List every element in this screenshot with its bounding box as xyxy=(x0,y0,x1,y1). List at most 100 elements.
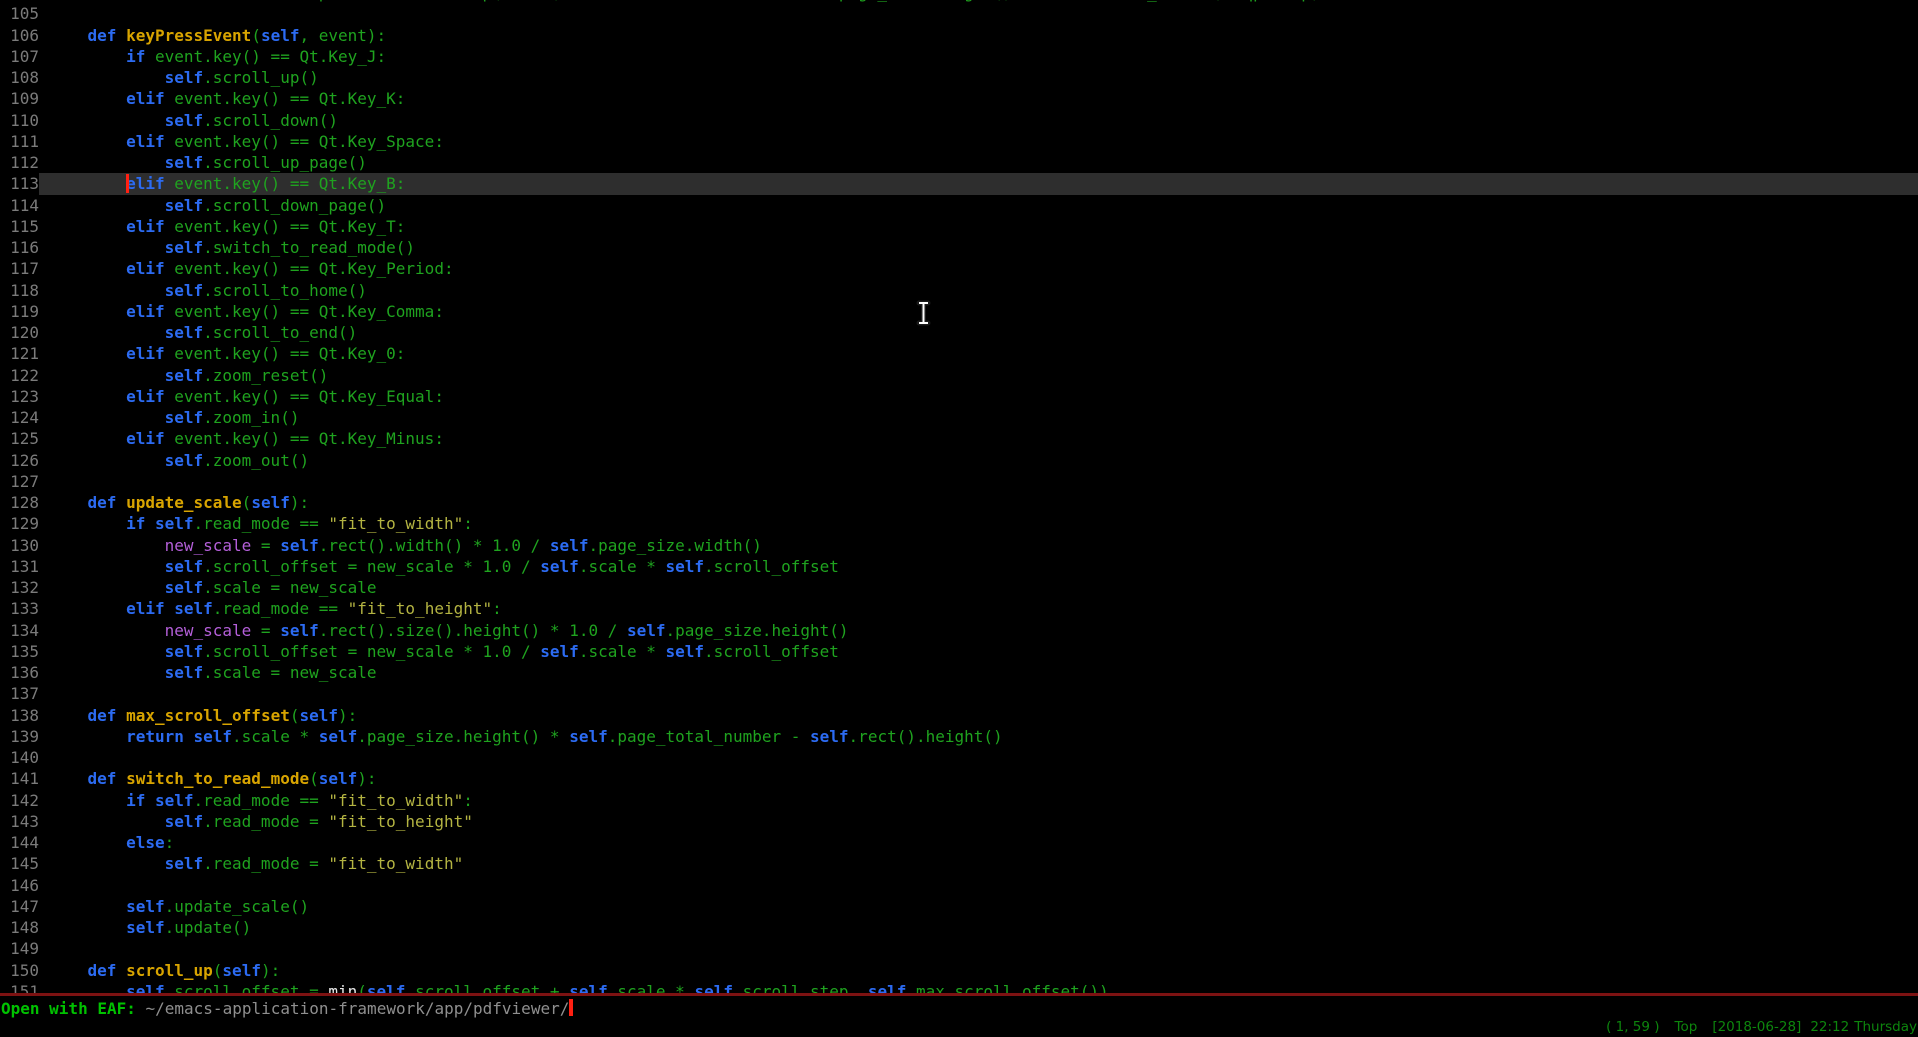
code-line[interactable]: 111 elif event.key() == Qt.Key_Space: xyxy=(0,131,1918,152)
code-line[interactable]: 136 self.scale = new_scale xyxy=(0,662,1918,683)
line-number: 117 xyxy=(0,258,39,279)
code-line[interactable]: 129 if self.read_mode == "fit_to_width": xyxy=(0,513,1918,534)
code-text xyxy=(49,3,1918,24)
code-line[interactable]: 121 elif event.key() == Qt.Key_0: xyxy=(0,343,1918,364)
line-number: 113 xyxy=(0,173,39,194)
code-line[interactable]: 124 self.zoom_in() xyxy=(0,407,1918,428)
line-number: 128 xyxy=(0,492,39,513)
code-text xyxy=(49,471,1918,492)
code-line[interactable]: 128 def update_scale(self): xyxy=(0,492,1918,513)
line-number: 127 xyxy=(0,471,39,492)
code-line[interactable]: 117 elif event.key() == Qt.Key_Period: xyxy=(0,258,1918,279)
line-number: 149 xyxy=(0,938,39,959)
code-text: self.scroll_up_page() xyxy=(49,152,1918,173)
code-line[interactable]: 147 self.update_scale() xyxy=(0,896,1918,917)
code-line[interactable]: 125 elif event.key() == Qt.Key_Minus: xyxy=(0,428,1918,449)
code-line[interactable]: 133 elif self.read_mode == "fit_to_heigh… xyxy=(0,598,1918,619)
code-line[interactable]: 123 elif event.key() == Qt.Key_Equal: xyxy=(0,386,1918,407)
code-line[interactable]: 122 self.zoom_reset() xyxy=(0,365,1918,386)
code-line[interactable]: 132 self.scale = new_scale xyxy=(0,577,1918,598)
minibuffer-prompt: Open with EAF: xyxy=(1,999,146,1018)
line-number: 134 xyxy=(0,620,39,641)
line-number: 122 xyxy=(0,365,39,386)
code-line[interactable]: 135 self.scroll_offset = new_scale * 1.0… xyxy=(0,641,1918,662)
code-line[interactable]: 137 xyxy=(0,683,1918,704)
code-text: def keyPressEvent(self, event): xyxy=(49,25,1918,46)
code-text: elif event.key() == Qt.Key_K: xyxy=(49,88,1918,109)
line-number: 109 xyxy=(0,88,39,109)
code-line[interactable]: 110 self.scroll_down() xyxy=(0,110,1918,131)
code-line[interactable]: 127 xyxy=(0,471,1918,492)
code-line[interactable]: 114 self.scroll_down_page() xyxy=(0,195,1918,216)
code-line[interactable]: 144 else: xyxy=(0,832,1918,853)
code-line[interactable]: 138 def max_scroll_offset(self): xyxy=(0,705,1918,726)
code-line[interactable]: 116 self.switch_to_read_mode() xyxy=(0,237,1918,258)
code-text: self.read_mode = "fit_to_height" xyxy=(49,811,1918,832)
code-line[interactable]: 141 def switch_to_read_mode(self): xyxy=(0,768,1918,789)
code-text: self.update() xyxy=(49,917,1918,938)
code-line[interactable]: 120 self.scroll_to_end() xyxy=(0,322,1918,343)
code-line[interactable]: 126 self.zoom_out() xyxy=(0,450,1918,471)
code-text: elif event.key() == Qt.Key_Period: xyxy=(49,258,1918,279)
code-line[interactable]: 142 if self.read_mode == "fit_to_width": xyxy=(0,790,1918,811)
code-text: self.scroll_down() xyxy=(49,110,1918,131)
code-line[interactable]: 108 self.scroll_up() xyxy=(0,67,1918,88)
status-time: 22:12 xyxy=(1810,1019,1849,1035)
code-line[interactable]: 115 elif event.key() == Qt.Key_T: xyxy=(0,216,1918,237)
line-number: 148 xyxy=(0,917,39,938)
code-line[interactable]: 134 new_scale = self.rect().size().heigh… xyxy=(0,620,1918,641)
line-number: 107 xyxy=(0,46,39,67)
code-line[interactable]: 139 return self.scale * self.page_size.h… xyxy=(0,726,1918,747)
code-text: def max_scroll_offset(self): xyxy=(49,705,1918,726)
minibuffer-input[interactable]: Open with EAF: ~/emacs-application-frame… xyxy=(1,998,573,1019)
text-cursor xyxy=(126,174,129,193)
line-number: 141 xyxy=(0,768,39,789)
line-number: 120 xyxy=(0,322,39,343)
code-line[interactable]: 143 self.read_mode = "fit_to_height" xyxy=(0,811,1918,832)
code-line[interactable]: 112 self.scroll_up_page() xyxy=(0,152,1918,173)
line-number: 131 xyxy=(0,556,39,577)
code-line[interactable]: 150 def scroll_up(self): xyxy=(0,960,1918,981)
code-line[interactable]: 130 new_scale = self.rect().width() * 1.… xyxy=(0,535,1918,556)
code-text: self.scroll_offset = new_scale * 1.0 / s… xyxy=(49,556,1918,577)
code-text: def update_scale(self): xyxy=(49,492,1918,513)
code-text: elif event.key() == Qt.Key_B: xyxy=(49,173,1918,194)
code-line[interactable]: 105 xyxy=(0,3,1918,24)
code-text: if event.key() == Qt.Key_J: xyxy=(49,46,1918,67)
code-text: elif event.key() == Qt.Key_Minus: xyxy=(49,428,1918,449)
code-line[interactable]: 131 self.scroll_offset = new_scale * 1.0… xyxy=(0,556,1918,577)
code-line[interactable]: 148 self.update() xyxy=(0,917,1918,938)
code-line[interactable]: 119 elif event.key() == Qt.Key_Comma: xyxy=(0,301,1918,322)
code-line[interactable]: 109 elif event.key() == Qt.Key_K: xyxy=(0,88,1918,109)
code-line[interactable]: 146 xyxy=(0,875,1918,896)
code-line[interactable]: 107 if event.key() == Qt.Key_J: xyxy=(0,46,1918,67)
line-number: 143 xyxy=(0,811,39,832)
code-line[interactable]: 140 xyxy=(0,747,1918,768)
code-text: self.scroll_offset = min(self.scroll_off… xyxy=(49,981,1918,993)
code-line[interactable]: 106 def keyPressEvent(self, event): xyxy=(0,25,1918,46)
line-number: 130 xyxy=(0,535,39,556)
line-number: 112 xyxy=(0,152,39,173)
code-line[interactable]: 149 xyxy=(0,938,1918,959)
line-number: 137 xyxy=(0,683,39,704)
code-line[interactable]: 145 self.read_mode = "fit_to_width" xyxy=(0,853,1918,874)
code-text: self.update_scale() xyxy=(49,896,1918,917)
code-text: def switch_to_read_mode(self): xyxy=(49,768,1918,789)
code-line[interactable]: 151 self.scroll_offset = min(self.scroll… xyxy=(0,981,1918,993)
line-number: 133 xyxy=(0,598,39,619)
code-text xyxy=(49,683,1918,704)
code-text: new_scale = self.rect().width() * 1.0 / … xyxy=(49,535,1918,556)
code-text xyxy=(49,747,1918,768)
code-text: if self.read_mode == "fit_to_width": xyxy=(49,513,1918,534)
line-number: 136 xyxy=(0,662,39,683)
code-text xyxy=(49,875,1918,896)
code-text xyxy=(49,938,1918,959)
code-text: elif event.key() == Qt.Key_T: xyxy=(49,216,1918,237)
line-number: 115 xyxy=(0,216,39,237)
line-number: 135 xyxy=(0,641,39,662)
code-line[interactable]: 113 elif event.key() == Qt.Key_B: xyxy=(0,173,1918,194)
status-tray: ( 1, 59 )Top[2018-06-28]22:12Thursday xyxy=(1606,1019,1917,1035)
line-number: 142 xyxy=(0,790,39,811)
code-text: self.zoom_in() xyxy=(49,407,1918,428)
code-line[interactable]: 118 self.scroll_to_home() xyxy=(0,280,1918,301)
